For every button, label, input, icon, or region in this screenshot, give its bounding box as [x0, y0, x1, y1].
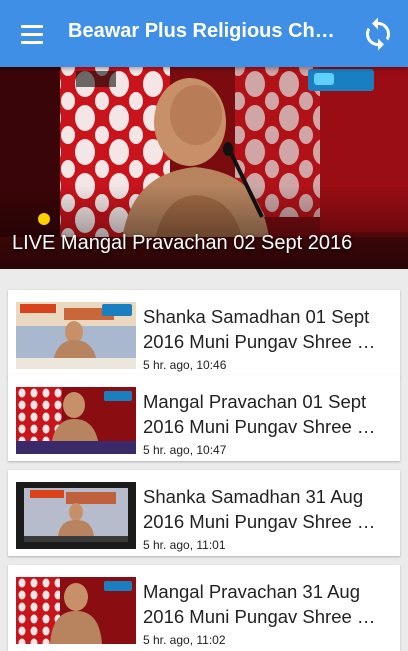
video-thumbnail	[16, 577, 136, 644]
app-title: Beawar Plus Religious Ch…	[68, 20, 335, 42]
video-thumbnail	[16, 387, 136, 454]
video-card[interactable]: Shanka Samadhan 31 Aug 2016 Muni Pungav …	[8, 470, 400, 556]
app-bar: Beawar Plus Religious Ch…	[0, 0, 408, 67]
featured-live-video[interactable]: LIVE Mangal Pravachan 02 Sept 2016	[0, 67, 408, 269]
video-title: Shanka Samadhan 31 Aug 2016 Muni Pungav …	[143, 486, 376, 532]
video-title: Mangal Pravachan 01 Sept 2016 Muni Punga…	[143, 391, 376, 437]
video-time: 5 hr. ago, 11:01	[143, 538, 226, 552]
video-time: 5 hr. ago, 10:46	[143, 358, 227, 372]
refresh-icon[interactable]	[360, 16, 396, 52]
video-thumbnail	[16, 482, 136, 549]
video-thumbnail	[16, 302, 136, 369]
video-title: Shanka Samadhan 01 Sept 2016 Muni Pungav…	[143, 306, 376, 352]
video-card[interactable]: Mangal Pravachan 31 Aug 2016 Muni Pungav…	[8, 565, 400, 651]
featured-video-title: LIVE Mangal Pravachan 02 Sept 2016	[12, 232, 353, 254]
video-time: 5 hr. ago, 10:47	[143, 443, 227, 457]
video-card[interactable]: Shanka Samadhan 01 Sept 2016 Muni Pungav…	[8, 290, 400, 376]
video-title: Mangal Pravachan 31 Aug 2016 Muni Pungav…	[143, 581, 376, 627]
hamburger-menu-icon[interactable]	[10, 12, 54, 56]
video-time: 5 hr. ago, 11:02	[143, 633, 226, 647]
video-card[interactable]: Mangal Pravachan 01 Sept 2016 Muni Punga…	[8, 375, 400, 461]
